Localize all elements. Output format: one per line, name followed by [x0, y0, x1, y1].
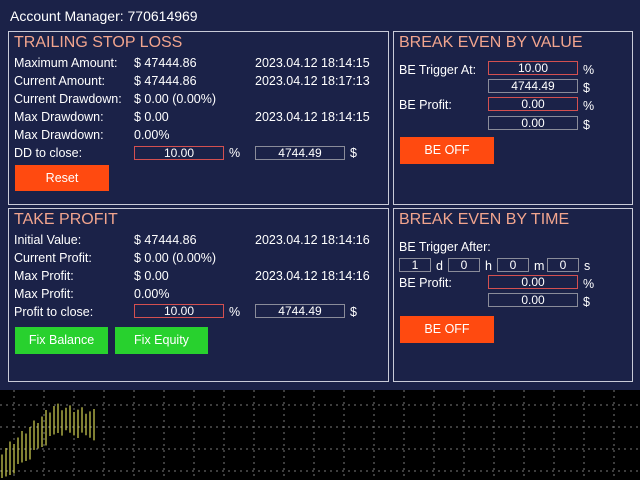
dollar-unit: $: [350, 305, 357, 319]
dd-to-close-label: DD to close:: [14, 146, 83, 160]
profit-to-close-amount-field: 4744.49: [255, 304, 345, 318]
dollar-unit: $: [583, 295, 590, 309]
be-value-toggle-button[interactable]: BE OFF: [400, 137, 494, 164]
trailing-stop-panel: TRAILING STOP LOSS Maximum Amount: $ 474…: [8, 31, 389, 205]
percent-unit: %: [229, 146, 241, 160]
take-profit-row-label: Max Profit:: [14, 287, 74, 301]
trailing-row-time: 2023.04.12 18:17:13: [255, 74, 370, 88]
trailing-row-time: 2023.04.12 18:14:15: [255, 56, 370, 70]
profit-to-close-percent-input[interactable]: 10.00: [134, 304, 224, 318]
take-profit-row-time: 2023.04.12 18:14:16: [255, 269, 370, 283]
trailing-row-time: 2023.04.12 18:14:15: [255, 110, 370, 124]
percent-unit: %: [229, 305, 241, 319]
be-trigger-percent-input[interactable]: 10.00: [488, 61, 578, 75]
be-trigger-after-label: BE Trigger After:: [399, 240, 491, 254]
dollar-unit: $: [583, 118, 590, 132]
be-value-title: BREAK EVEN BY VALUE: [399, 34, 583, 51]
take-profit-row-label: Current Profit:: [14, 251, 92, 265]
trailing-stop-title: TRAILING STOP LOSS: [14, 34, 183, 51]
be-profit-label: BE Profit:: [399, 98, 452, 112]
take-profit-row-value: $ 47444.86: [134, 233, 197, 247]
be-value-panel: BREAK EVEN BY VALUE BE Trigger At: 10.00…: [393, 31, 633, 205]
be-time-profit-amount-field: 0.00: [488, 293, 578, 307]
be-trigger-amount-field: 4744.49: [488, 79, 578, 93]
minutes-unit: m: [534, 259, 545, 273]
seconds-unit: s: [584, 259, 591, 273]
be-profit-amount-field: 0.00: [488, 116, 578, 130]
fix-balance-button[interactable]: Fix Balance: [15, 327, 108, 354]
take-profit-row-value: $ 0.00 (0.00%): [134, 251, 216, 265]
take-profit-row-value: 0.00%: [134, 287, 170, 301]
be-trigger-label: BE Trigger At:: [399, 63, 477, 77]
trailing-row-value: $ 47444.86: [134, 56, 197, 70]
days-input[interactable]: 1: [399, 258, 431, 272]
be-time-panel: BREAK EVEN BY TIME BE Trigger After: 1 d…: [393, 208, 633, 382]
take-profit-panel: TAKE PROFIT Initial Value: $ 47444.86 20…: [8, 208, 389, 382]
be-time-title: BREAK EVEN BY TIME: [399, 211, 570, 228]
dd-to-close-amount-field: 4744.49: [255, 146, 345, 160]
hours-unit: h: [485, 259, 492, 273]
percent-unit: %: [583, 277, 595, 291]
be-profit-percent-input[interactable]: 0.00: [488, 97, 578, 111]
trailing-row-value: $ 0.00 (0.00%): [134, 92, 216, 106]
trailing-row-label: Maximum Amount:: [14, 56, 118, 70]
days-unit: d: [436, 259, 443, 273]
dollar-unit: $: [583, 81, 590, 95]
be-time-profit-percent-input[interactable]: 0.00: [488, 275, 578, 289]
be-time-toggle-button[interactable]: BE OFF: [400, 316, 494, 343]
hours-input[interactable]: 0: [448, 258, 480, 272]
dollar-unit: $: [350, 146, 357, 160]
take-profit-row-time: 2023.04.12 18:14:16: [255, 233, 370, 247]
window-title: Account Manager: 770614969: [10, 8, 198, 24]
trailing-row-label: Max Drawdown:: [14, 128, 104, 142]
reset-button[interactable]: Reset: [15, 165, 109, 191]
account-manager-window: Account Manager: 770614969 TRAILING STOP…: [0, 0, 640, 390]
minutes-input[interactable]: 0: [497, 258, 529, 272]
take-profit-row-value: $ 0.00: [134, 269, 169, 283]
be-profit-label: BE Profit:: [399, 276, 452, 290]
trailing-row-label: Current Drawdown:: [14, 92, 122, 106]
percent-unit: %: [583, 63, 595, 77]
take-profit-row-label: Initial Value:: [14, 233, 82, 247]
trailing-row-value: $ 47444.86: [134, 74, 197, 88]
fix-equity-button[interactable]: Fix Equity: [115, 327, 208, 354]
trailing-row-value: $ 0.00: [134, 110, 169, 124]
trailing-row-label: Max Drawdown:: [14, 110, 104, 124]
take-profit-title: TAKE PROFIT: [14, 211, 118, 228]
seconds-input[interactable]: 0: [547, 258, 579, 272]
take-profit-row-label: Max Profit:: [14, 269, 74, 283]
profit-to-close-label: Profit to close:: [14, 305, 94, 319]
percent-unit: %: [583, 99, 595, 113]
dd-to-close-percent-input[interactable]: 10.00: [134, 146, 224, 160]
trailing-row-label: Current Amount:: [14, 74, 106, 88]
trailing-row-value: 0.00%: [134, 128, 170, 142]
